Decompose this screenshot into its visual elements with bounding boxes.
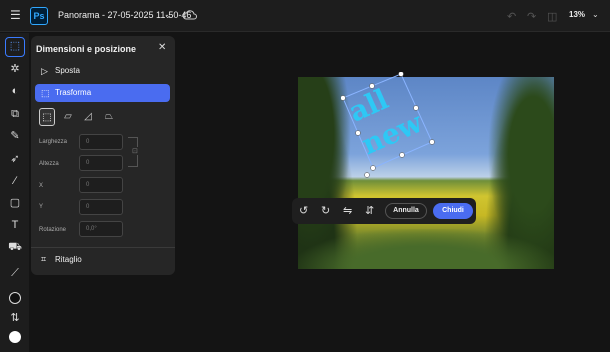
- panel-title: Dimensioni e posizione: [36, 44, 137, 54]
- adjust-icon[interactable]: ◐: [7, 83, 23, 99]
- tool-rail: ⬚ ✲ ◐ ⧉ ✎ ➶ ∕ ▢ T ⛟ ⟋ ⇅: [0, 33, 29, 352]
- x-label: X: [39, 183, 44, 189]
- canvas-foreground: [298, 229, 554, 269]
- shape-icon[interactable]: ▢: [7, 195, 23, 211]
- close-icon[interactable]: ✕: [158, 42, 166, 53]
- lock-icon[interactable]: ⊡: [132, 147, 138, 155]
- close-button[interactable]: Chiudi: [433, 203, 473, 219]
- brush-icon[interactable]: ∕: [7, 173, 23, 189]
- width-label: Larghezza: [39, 139, 68, 145]
- crop-label: Ritaglio: [55, 255, 82, 264]
- top-bar: ☰ Ps Panorama - 27-05-2025 11-50-46 ⌄ ↶ …: [0, 0, 610, 32]
- rotation-label: Rotazione: [39, 227, 67, 233]
- hamburger-icon[interactable]: ☰: [10, 9, 22, 21]
- rotate-left-icon[interactable]: ↺: [299, 204, 308, 217]
- cloud-sync-icon[interactable]: [183, 9, 197, 21]
- chevron-down-icon[interactable]: ⌄: [592, 10, 599, 19]
- generate-icon[interactable]: ⧉: [7, 106, 23, 122]
- eyedropper-icon[interactable]: ⟋: [7, 265, 23, 281]
- transform-context-bar: ↺ ↻ ⇋ ⇵ Annulla Chiudi: [292, 198, 476, 224]
- size-position-panel: Dimensioni e posizione ✕ ▷ Sposta ⬚ Tras…: [31, 36, 175, 275]
- y-label: Y: [39, 204, 44, 210]
- select-icon[interactable]: ⬚: [5, 37, 25, 57]
- rotate-right-icon[interactable]: ↻: [321, 204, 330, 217]
- background-color-swatch[interactable]: [9, 331, 21, 343]
- heal-icon[interactable]: ✎: [7, 128, 23, 144]
- undo-icon[interactable]: ↶: [507, 10, 516, 23]
- distort-icon[interactable]: ◿: [80, 108, 96, 126]
- brush-spot-icon[interactable]: ✲: [7, 61, 23, 77]
- text-icon[interactable]: T: [7, 217, 23, 233]
- rocket-icon[interactable]: ➶: [7, 151, 23, 167]
- crop-icon: ⌗: [41, 254, 47, 264]
- x-field[interactable]: 0: [79, 177, 123, 193]
- y-field[interactable]: 0: [79, 199, 123, 215]
- compare-icon[interactable]: ◫: [547, 10, 557, 23]
- chevron-down-icon[interactable]: ⌄: [164, 10, 172, 21]
- rotation-field[interactable]: 0,0°: [79, 221, 123, 237]
- height-label: Altezza: [39, 161, 59, 167]
- divider: [31, 247, 175, 248]
- height-field[interactable]: 0: [79, 155, 123, 171]
- free-transform-icon[interactable]: ⬚: [39, 108, 55, 126]
- transform-selection[interactable]: all new: [341, 72, 435, 178]
- menu-item-label: Trasforma: [55, 88, 92, 97]
- cancel-button[interactable]: Annulla: [385, 203, 427, 219]
- swap-colors-icon[interactable]: ⇅: [7, 310, 23, 326]
- redo-icon[interactable]: ↷: [527, 10, 536, 23]
- flip-vertical-icon[interactable]: ⇵: [365, 204, 374, 217]
- menu-item-trasforma[interactable]: ⬚ Trasforma: [35, 84, 170, 102]
- perspective-icon[interactable]: ⏢: [101, 108, 117, 126]
- app-logo: Ps: [30, 7, 48, 25]
- transform-icon: ⬚: [41, 88, 50, 98]
- crop-button[interactable]: ⌗ Ritaglio: [41, 254, 82, 265]
- pointer-icon: ▷: [41, 66, 48, 76]
- skew-icon[interactable]: ▱: [60, 108, 76, 126]
- width-field[interactable]: 0: [79, 134, 123, 150]
- zoom-level[interactable]: 13%: [569, 10, 585, 19]
- foreground-color-swatch[interactable]: [9, 292, 21, 304]
- flip-horizontal-icon[interactable]: ⇋: [343, 204, 352, 217]
- fill-icon[interactable]: ⛟: [7, 239, 23, 255]
- menu-item-label: Sposta: [55, 66, 80, 75]
- menu-item-sposta[interactable]: ▷ Sposta: [35, 62, 170, 80]
